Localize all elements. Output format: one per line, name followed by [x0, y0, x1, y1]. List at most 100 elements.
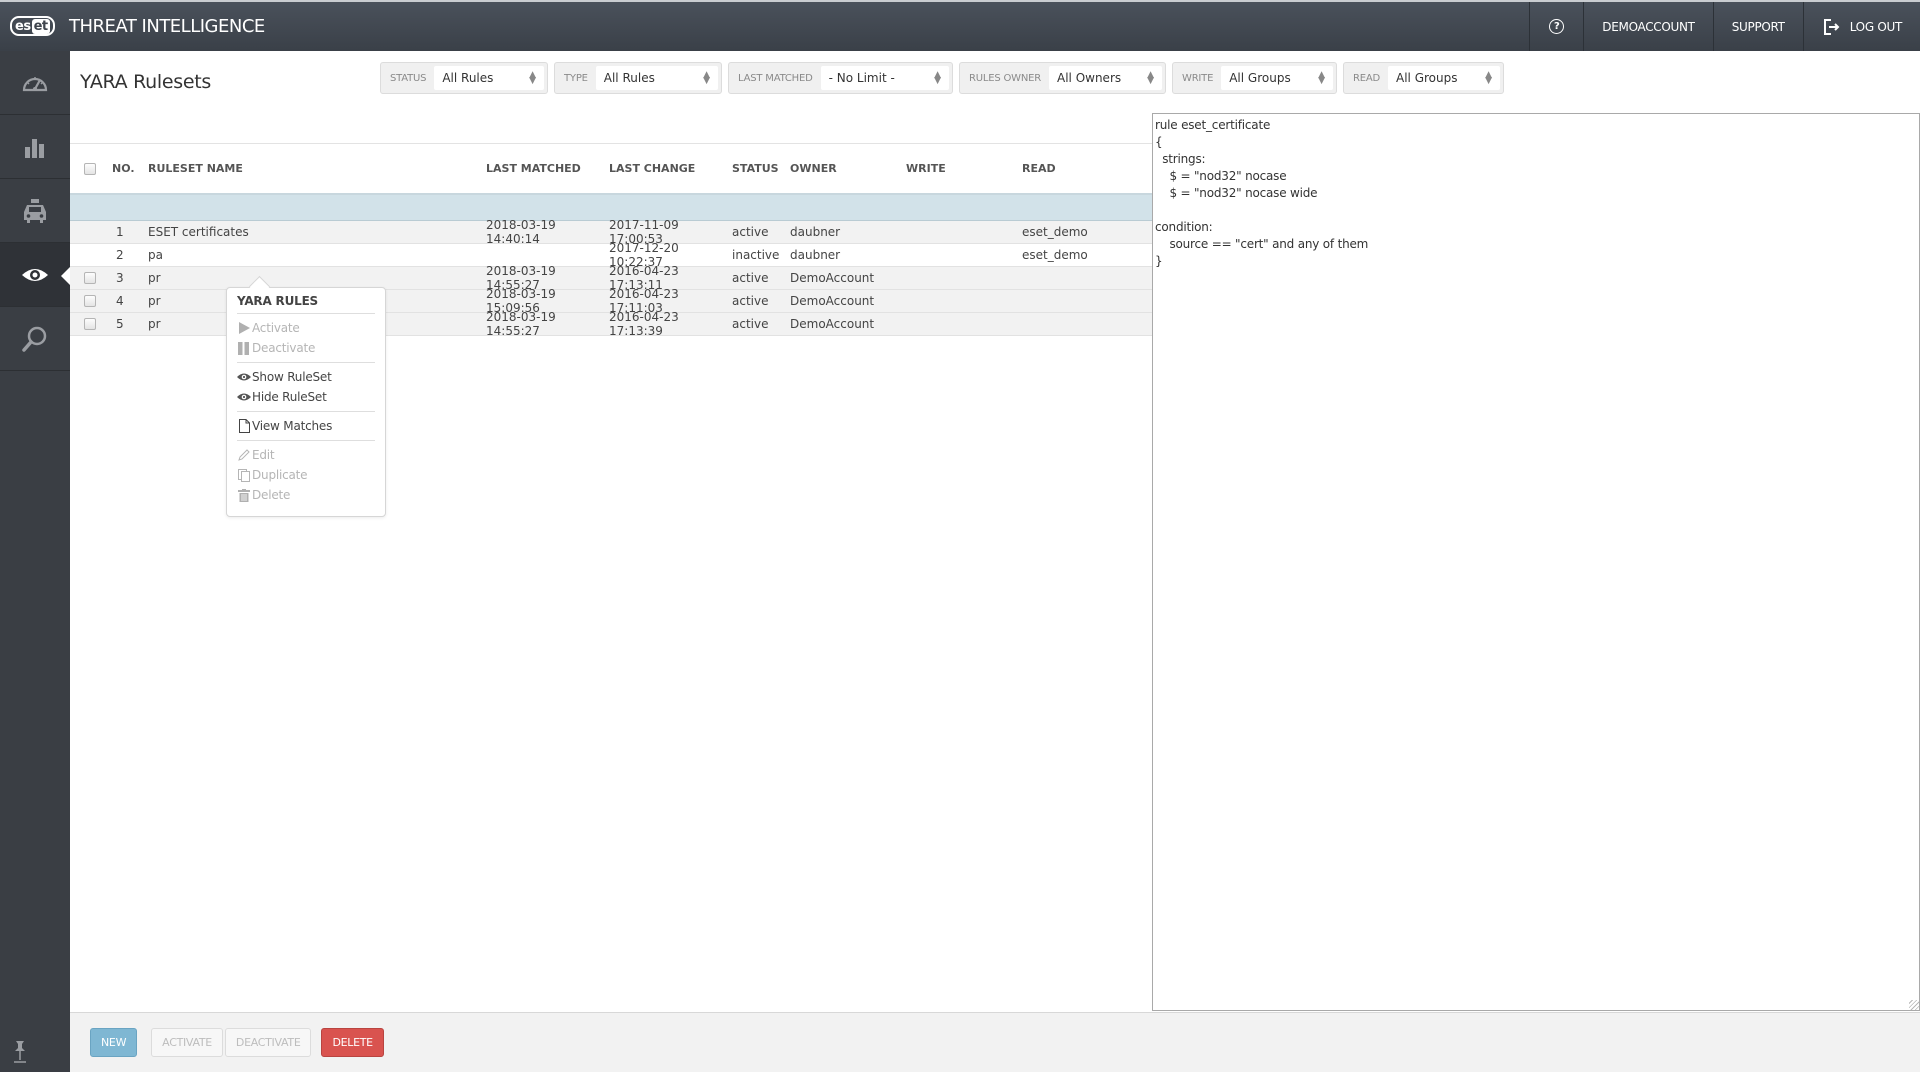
- sidebar-item-statistics[interactable]: [0, 115, 70, 179]
- menu-item-label: Hide RuleSet: [252, 390, 327, 404]
- document-icon: [237, 419, 251, 433]
- cell-owner: DemoAccount: [790, 271, 875, 285]
- select-value: All Rules: [442, 71, 494, 85]
- menu-divider: [237, 440, 375, 441]
- menu-item-edit[interactable]: Edit: [237, 445, 375, 465]
- logout-icon: [1823, 18, 1840, 35]
- col-last-matched[interactable]: LAST MATCHED: [486, 162, 609, 175]
- search-icon: [22, 326, 47, 352]
- cell-name[interactable]: pa: [140, 248, 486, 262]
- menu-item-view-matches[interactable]: View Matches: [237, 416, 375, 436]
- rule-source-editor[interactable]: rule eset_certificate { strings: $ = "no…: [1152, 113, 1920, 1011]
- help-button[interactable]: ?: [1529, 2, 1583, 51]
- select-value: All Rules: [603, 71, 655, 85]
- menu-item-hide-ruleset[interactable]: Hide RuleSet: [237, 387, 375, 407]
- trash-icon: [237, 488, 251, 502]
- cell-name[interactable]: pr: [140, 271, 486, 285]
- context-menu-title: YARA RULES: [237, 288, 375, 314]
- select-all-checkbox[interactable]: [84, 162, 96, 175]
- sort-arrows-icon: ▲ ▼: [1485, 70, 1492, 86]
- context-menu: YARA RULES Activate Deactivate Show Rule…: [226, 287, 386, 517]
- menu-item-show-ruleset[interactable]: Show RuleSet: [237, 367, 375, 387]
- col-last-change[interactable]: LAST CHANGE: [609, 162, 732, 175]
- filter-bar: STATUS All Rules ▲ ▼ TYPE All Rules ▲ ▼ LA…: [380, 62, 1504, 94]
- support-link[interactable]: SUPPORT: [1712, 2, 1803, 51]
- sidebar-item-taxi[interactable]: [0, 179, 70, 243]
- cell-status: active: [732, 225, 769, 239]
- copy-icon: [237, 468, 251, 482]
- sidebar-item-search[interactable]: [0, 307, 70, 371]
- filter-label: STATUS: [390, 72, 427, 84]
- col-status[interactable]: STATUS: [732, 162, 790, 175]
- cell-status: inactive: [732, 248, 780, 262]
- cell-last-matched: 2018-03-19 14:55:27: [486, 310, 556, 338]
- cell-read: eset_demo: [1022, 248, 1088, 262]
- row-checkbox[interactable]: [84, 318, 96, 330]
- sidebar-item-yara-rules[interactable]: [0, 243, 70, 307]
- activate-button[interactable]: ACTIVATE: [151, 1028, 223, 1057]
- filter-type: TYPE All Rules ▲ ▼: [554, 62, 722, 94]
- logo-badge: es et: [10, 16, 55, 36]
- app-title: THREAT INTELLIGENCE: [69, 16, 265, 37]
- page-title: YARA Rulesets: [80, 71, 211, 93]
- col-write[interactable]: WRITE: [906, 162, 1022, 175]
- row-checkbox[interactable]: [84, 272, 96, 284]
- menu-item-label: Delete: [252, 488, 291, 502]
- row-checkbox[interactable]: [84, 295, 96, 307]
- cell-owner: DemoAccount: [790, 317, 875, 331]
- logout-button[interactable]: LOG OUT: [1802, 2, 1920, 51]
- filter-status: STATUS All Rules ▲ ▼: [380, 62, 548, 94]
- menu-item-activate[interactable]: Activate: [237, 318, 375, 338]
- col-owner[interactable]: OWNER: [790, 162, 906, 175]
- delete-button[interactable]: DELETE: [321, 1028, 384, 1057]
- logo-text-inverted: et: [31, 18, 50, 34]
- cell-read: eset_demo: [1022, 225, 1088, 239]
- bar-chart-icon: [25, 138, 44, 158]
- col-read[interactable]: READ: [1022, 162, 1142, 175]
- account-link[interactable]: DEMOACCOUNT: [1583, 2, 1712, 51]
- col-no[interactable]: NO.: [106, 162, 140, 175]
- menu-item-deactivate[interactable]: Deactivate: [237, 338, 375, 358]
- type-select[interactable]: All Rules ▲ ▼: [595, 66, 718, 90]
- sort-arrows-icon: ▲ ▼: [934, 70, 941, 86]
- cell-name[interactable]: ESET certificates: [140, 225, 486, 239]
- filter-last-matched: LAST MATCHED - No Limit - ▲ ▼: [728, 62, 953, 94]
- read-select[interactable]: All Groups ▲ ▼: [1388, 66, 1500, 90]
- pin-icon[interactable]: [12, 1038, 28, 1064]
- action-bar: NEW ACTIVATE DEACTIVATE DELETE: [70, 1012, 1920, 1072]
- filter-read: READ All Groups ▲ ▼: [1343, 62, 1504, 94]
- menu-item-duplicate[interactable]: Duplicate: [237, 465, 375, 485]
- logout-label: LOG OUT: [1849, 19, 1903, 34]
- logo-text: es: [15, 18, 31, 34]
- play-icon: [237, 321, 251, 335]
- eye-icon: [237, 390, 251, 404]
- deactivate-button[interactable]: DEACTIVATE: [224, 1028, 312, 1057]
- col-ruleset-name[interactable]: RULESET NAME: [140, 162, 486, 175]
- last-matched-select[interactable]: - No Limit - ▲ ▼: [820, 66, 949, 90]
- cell-last-matched: 2018-03-19 14:40:14: [486, 218, 556, 246]
- dashboard-gauge-icon: [22, 76, 48, 91]
- write-select[interactable]: All Groups ▲ ▼: [1221, 66, 1333, 90]
- menu-item-delete[interactable]: Delete: [237, 485, 375, 505]
- table-header: NO. RULESET NAME LAST MATCHED LAST CHANG…: [70, 143, 1152, 195]
- menu-item-label: View Matches: [252, 419, 333, 433]
- select-value: All Owners: [1057, 71, 1122, 85]
- pencil-icon: [237, 448, 251, 462]
- cell-owner: daubner: [790, 248, 841, 262]
- sort-arrows-icon: ▲ ▼: [529, 70, 536, 86]
- cell-no: 5: [116, 317, 124, 331]
- sort-arrows-icon: ▲ ▼: [1147, 70, 1154, 86]
- cell-status: active: [732, 317, 769, 331]
- cell-no: 2: [116, 248, 124, 262]
- eset-logo[interactable]: es et: [10, 16, 55, 36]
- status-select[interactable]: All Rules ▲ ▼: [434, 66, 544, 90]
- rules-owner-select[interactable]: All Owners ▲ ▼: [1049, 66, 1162, 90]
- filter-write: WRITE All Groups ▲ ▼: [1172, 62, 1337, 94]
- menu-item-label: Edit: [252, 448, 275, 462]
- menu-item-label: Duplicate: [252, 468, 308, 482]
- top-bar: es et THREAT INTELLIGENCE ? DEMOACCOUNT S…: [0, 0, 1920, 51]
- sidebar-item-dashboard[interactable]: [0, 51, 70, 115]
- menu-divider: [237, 362, 375, 363]
- new-button[interactable]: NEW: [90, 1028, 138, 1057]
- cell-no: 3: [116, 271, 124, 285]
